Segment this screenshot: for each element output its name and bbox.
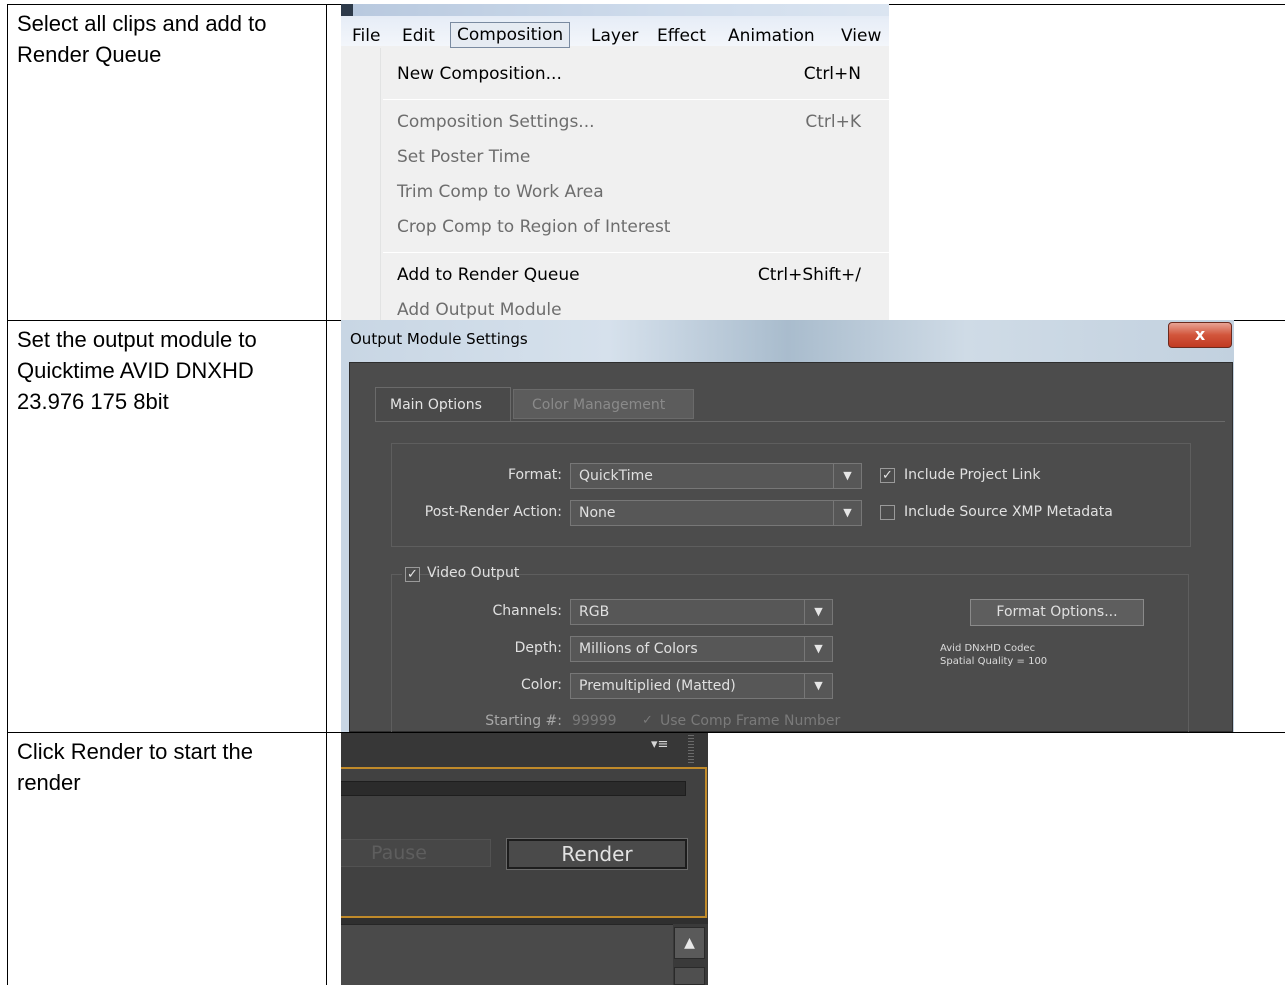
format-value: QuickTime <box>579 468 653 484</box>
depth-label: Depth: <box>514 640 562 656</box>
codec-info: Avid DNxHD Codec Spatial Quality = 100 <box>940 642 1047 668</box>
menu-separator <box>383 252 889 253</box>
render-queue-list <box>341 924 673 985</box>
include-project-link-checkbox[interactable]: ✓ <box>880 468 895 483</box>
dialog-body: Main Options Color Management Format: Qu… <box>349 362 1233 732</box>
menu-item-trim-comp[interactable]: Trim Comp to Work Area <box>397 182 604 202</box>
menu-file[interactable]: File <box>352 24 380 48</box>
shortcut-add-to-render-queue: Ctrl+Shift+/ <box>757 265 861 285</box>
channels-value: RGB <box>579 604 610 620</box>
shortcut-new-composition: Ctrl+N <box>803 64 861 84</box>
menu-composition[interactable]: Composition <box>450 22 571 48</box>
dropdown-icon-strip <box>341 48 381 320</box>
menu-view[interactable]: View <box>841 24 881 48</box>
dialog-title: Output Module Settings <box>350 330 528 348</box>
chevron-down-icon: ▼ <box>804 674 832 698</box>
tab-main-options[interactable]: Main Options <box>375 387 511 421</box>
output-module-settings-screenshot: Output Module Settings x Main Options Co… <box>341 320 1234 732</box>
chevron-down-icon: ▼ <box>804 637 832 661</box>
menu-edit[interactable]: Edit <box>402 24 435 48</box>
post-render-dropdown[interactable]: None ▼ <box>570 500 862 526</box>
pause-button[interactable]: Pause <box>341 839 491 867</box>
panel-focus-border <box>341 767 707 769</box>
menu-item-add-output-module[interactable]: Add Output Module <box>397 300 562 320</box>
video-output-legend: ✓ Video Output <box>402 564 519 584</box>
depth-dropdown[interactable]: Millions of Colors ▼ <box>570 636 833 662</box>
shortcut-composition-settings: Ctrl+K <box>805 112 861 132</box>
scrollbar-thumb[interactable] <box>674 967 705 985</box>
include-xmp-label: Include Source XMP Metadata <box>904 504 1113 520</box>
close-icon: x <box>1194 325 1206 344</box>
post-render-value: None <box>579 505 616 521</box>
render-queue-screenshot: ▾≡ Pause Render ▲ <box>341 733 708 985</box>
scroll-up-button[interactable]: ▲ <box>674 927 705 959</box>
panel-grip-handle[interactable] <box>688 735 694 765</box>
color-value: Premultiplied (Matted) <box>579 678 736 694</box>
menu-item-add-to-render-queue[interactable]: Add to Render Queue <box>397 265 580 285</box>
chevron-down-icon: ▼ <box>833 501 861 525</box>
include-project-link-label: Include Project Link <box>904 467 1041 483</box>
step-3-text: Click Render to start the render <box>17 739 253 795</box>
post-render-label: Post-Render Action: <box>424 504 562 520</box>
format-options-button[interactable]: Format Options... <box>970 599 1144 626</box>
composition-menu-screenshot: File Edit Composition Layer Effect Anima… <box>341 4 889 320</box>
menu-item-set-poster-time[interactable]: Set Poster Time <box>397 147 530 167</box>
codec-name: Avid DNxHD Codec <box>940 643 1036 654</box>
step-1-text: Select all clips and add to Render Queue <box>17 11 267 67</box>
table-column-divider <box>326 4 327 985</box>
chevron-down-icon: ▼ <box>833 464 861 488</box>
menu-bar: File Edit Composition Layer Effect Anima… <box>341 4 889 48</box>
menu-item-crop-comp[interactable]: Crop Comp to Region of Interest <box>397 217 670 237</box>
step-2-text: Set the output module to Quicktime AVID … <box>17 327 257 414</box>
format-label: Format: <box>507 467 562 483</box>
panel-menu-icon[interactable]: ▾≡ <box>651 737 668 752</box>
render-progress-bar <box>341 781 686 796</box>
depth-value: Millions of Colors <box>579 641 698 657</box>
window-title-strip <box>341 4 889 16</box>
format-dropdown[interactable]: QuickTime ▼ <box>570 463 862 489</box>
starting-number-label: Starting #: <box>485 713 562 729</box>
render-button[interactable]: Render <box>506 838 688 870</box>
channels-label: Channels: <box>492 603 563 619</box>
color-label: Color: <box>520 677 562 693</box>
menu-item-new-composition[interactable]: New Composition... <box>397 64 562 84</box>
include-xmp-checkbox[interactable] <box>880 505 895 520</box>
composition-dropdown: New Composition... Ctrl+N Composition Se… <box>341 48 889 320</box>
list-divider <box>341 924 673 925</box>
codec-quality: Spatial Quality = 100 <box>940 656 1048 667</box>
use-comp-frame-checkbox[interactable]: ✓ <box>640 714 655 729</box>
tab-color-management[interactable]: Color Management <box>513 389 694 419</box>
format-group <box>391 443 1191 547</box>
color-dropdown[interactable]: Premultiplied (Matted) ▼ <box>570 673 833 699</box>
channels-dropdown[interactable]: RGB ▼ <box>570 599 833 625</box>
video-output-label: Video Output <box>427 565 520 581</box>
menu-animation[interactable]: Animation <box>728 24 815 48</box>
arrow-up-icon: ▲ <box>684 935 695 951</box>
close-button[interactable]: x <box>1168 322 1232 348</box>
table-left-border <box>7 4 8 985</box>
menu-separator <box>383 99 889 100</box>
video-output-checkbox[interactable]: ✓ <box>405 567 420 582</box>
chevron-down-icon: ▼ <box>804 600 832 624</box>
menu-effect[interactable]: Effect <box>657 24 706 48</box>
starting-number-value[interactable]: 99999 <box>572 713 617 729</box>
menu-item-composition-settings[interactable]: Composition Settings... <box>397 112 595 132</box>
use-comp-frame-label: Use Comp Frame Number <box>660 713 841 729</box>
menu-layer[interactable]: Layer <box>591 24 638 48</box>
